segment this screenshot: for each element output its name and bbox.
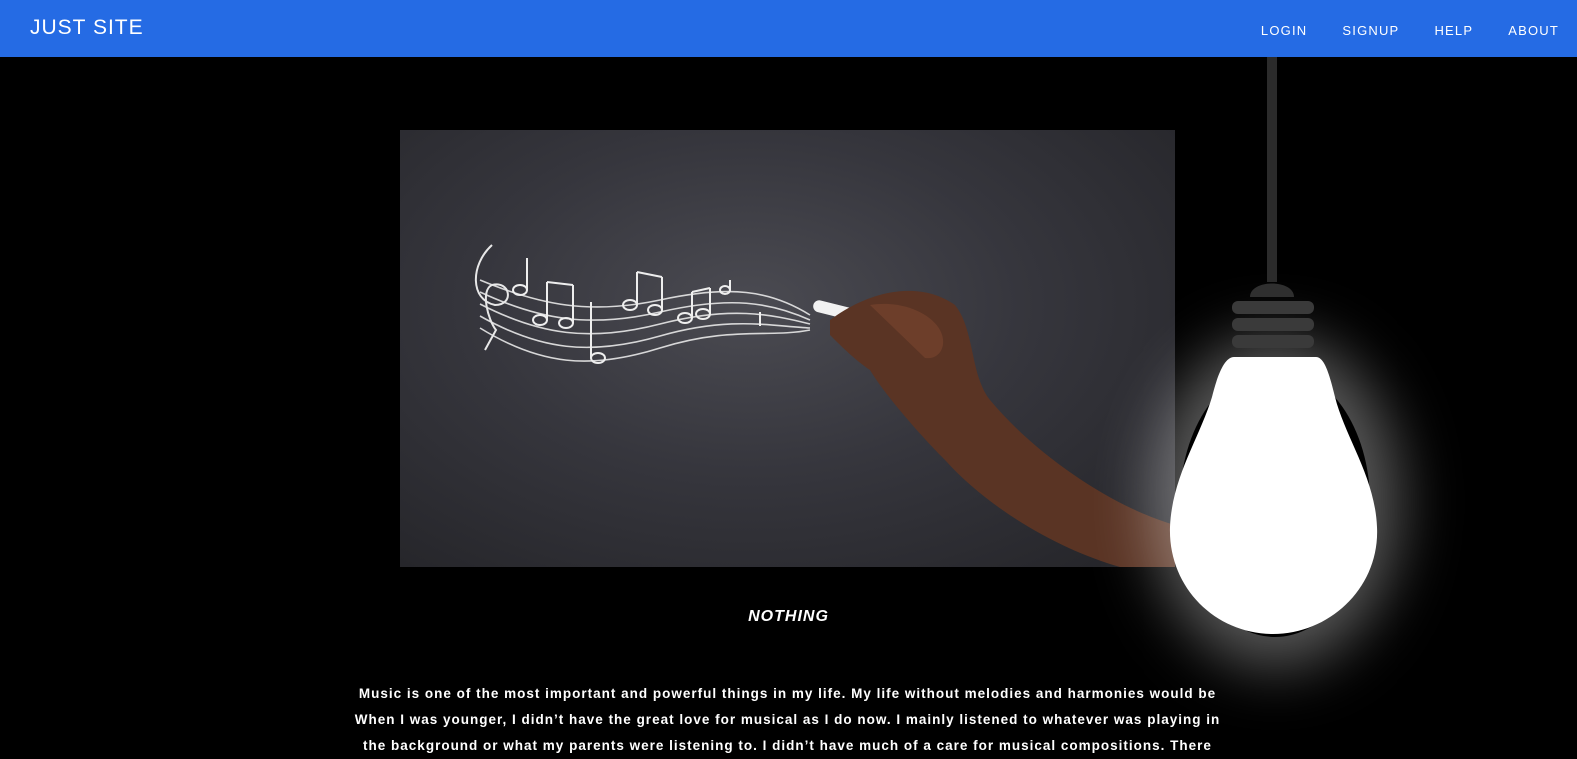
top-navbar: JUST SITE LOGIN SIGNUP HELP ABOUT [0, 0, 1577, 57]
nav-signup-link[interactable]: SIGNUP [1342, 23, 1399, 38]
paragraph-line: the background or what my parents were l… [363, 738, 1212, 753]
light-bulb-icon [1169, 57, 1378, 634]
nav-about-link[interactable]: ABOUT [1508, 23, 1559, 38]
image-caption: NOTHING [748, 608, 829, 625]
paragraph-line: Music is one of the most important and p… [358, 686, 1217, 701]
nav-login-link[interactable]: LOGIN [1261, 23, 1307, 38]
hero-image [400, 130, 1175, 567]
article-body: Music is one of the most important and p… [330, 681, 1245, 759]
brand-logo-link[interactable]: JUST SITE [30, 16, 144, 40]
chalkboard-illustration [474, 244, 1175, 567]
light-bulb-decoration [1160, 57, 1390, 657]
main-nav: LOGIN SIGNUP HELP ABOUT [1226, 23, 1559, 38]
paragraph-line: When I was younger, I didn’t have the gr… [354, 712, 1221, 727]
nav-help-link[interactable]: HELP [1434, 23, 1473, 38]
main-content: NOTHING Music is one of the most importa… [0, 57, 1577, 753]
